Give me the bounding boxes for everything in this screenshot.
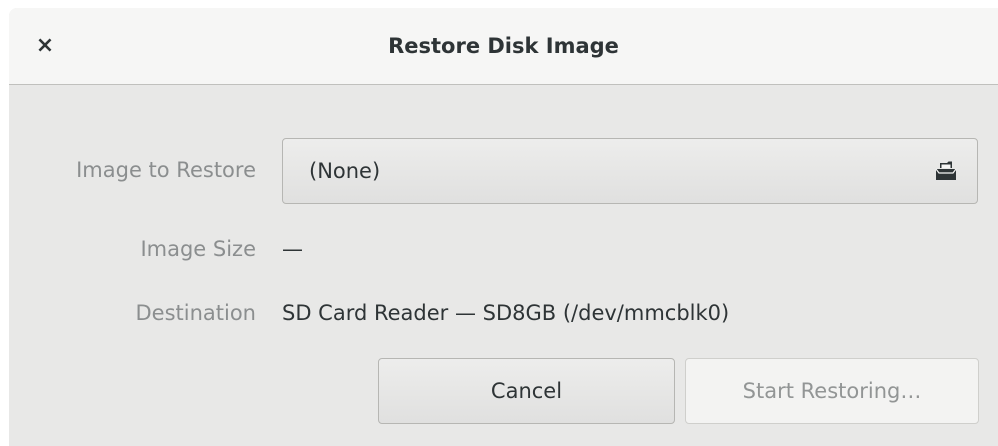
image-size-label: Image Size (140, 237, 256, 261)
restore-disk-image-dialog: × Restore Disk Image Image to Restore (N… (9, 8, 998, 446)
image-file-chooser-button[interactable]: (None) (282, 138, 978, 204)
destination-label: Destination (135, 301, 256, 325)
dialog-title: Restore Disk Image (388, 34, 619, 58)
destination-value: SD Card Reader — SD8GB (/dev/mmcblk0) (282, 301, 730, 325)
start-restoring-button[interactable]: Start Restoring… (685, 358, 979, 424)
image-file-chooser-value: (None) (309, 159, 381, 183)
dialog-titlebar: × Restore Disk Image (9, 8, 998, 85)
document-open-icon (935, 161, 957, 180)
image-size-value: — (282, 237, 303, 261)
cancel-button[interactable]: Cancel (378, 358, 675, 424)
image-to-restore-label: Image to Restore (76, 158, 256, 182)
